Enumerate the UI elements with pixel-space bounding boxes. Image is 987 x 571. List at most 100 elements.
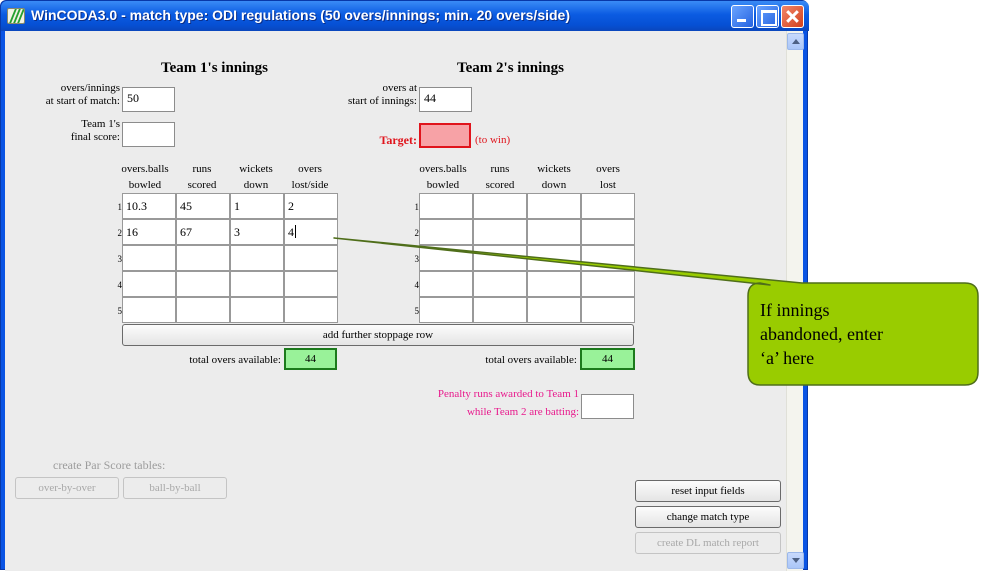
team2-col-header-overs-line1: overs.balls [419, 163, 467, 175]
team1-total-overs-value: 44 [284, 348, 337, 370]
team1-row-number: 1 [117, 202, 123, 212]
team2-cell-overs-lost[interactable] [581, 219, 635, 245]
app-window: WinCODA3.0 - match type: ODI regulations… [0, 0, 809, 571]
team2-cell-overs-lost[interactable] [581, 297, 635, 323]
callout-text: If innings abandoned, enter ‘a’ here [760, 298, 960, 370]
team2-cell-overs-bowled[interactable] [419, 193, 473, 219]
team2-row-number: 1 [414, 202, 420, 212]
team2-cell-wickets-down[interactable] [527, 271, 581, 297]
team1-cell-wickets-down[interactable]: 3 [230, 219, 284, 245]
team2-col-header-overs-line2: bowled [426, 179, 460, 191]
team2-cell-overs-lost[interactable] [581, 193, 635, 219]
team1-col-header-overs-line2: bowled [128, 179, 162, 191]
team2-cell-runs-scored[interactable] [473, 193, 527, 219]
penalty-label-line1: Penalty runs awarded to Team 1 [437, 388, 579, 400]
team1-cell-runs-scored[interactable]: 67 [176, 219, 230, 245]
team1-heading: Team 1's innings [161, 60, 268, 76]
window-title: WinCODA3.0 - match type: ODI regulations… [31, 7, 570, 23]
team1-cell-wickets-down[interactable] [230, 271, 284, 297]
scroll-up-arrow-icon[interactable] [787, 33, 804, 50]
reset-input-fields-button[interactable]: reset input fields [635, 480, 781, 502]
team1-overs-label-line2: at start of match: [45, 95, 120, 107]
team2-col-header-runs-line1: runs [490, 163, 510, 175]
maximize-button[interactable] [756, 5, 779, 28]
team1-row-number: 3 [117, 254, 123, 264]
create-dl-match-report-button[interactable]: create DL match report [635, 532, 781, 554]
team1-cell-wickets-down[interactable]: 1 [230, 193, 284, 219]
team1-cell-overs-bowled[interactable] [122, 271, 176, 297]
team1-cell-runs-scored[interactable] [176, 297, 230, 323]
team1-overs-label-line1: overs/innings [60, 82, 120, 94]
team2-cell-wickets-down[interactable] [527, 193, 581, 219]
team2-row-number: 3 [414, 254, 420, 264]
team1-row-number: 5 [117, 306, 123, 316]
team1-cell-overs-bowled[interactable] [122, 245, 176, 271]
scroll-down-arrow-icon[interactable] [787, 552, 804, 569]
title-bar[interactable]: WinCODA3.0 - match type: ODI regulations… [1, 1, 809, 31]
team1-final-score-label-line1: Team 1's [81, 118, 120, 130]
change-match-type-button[interactable]: change match type [635, 506, 781, 528]
team2-overs-label-line2: start of innings: [347, 95, 417, 107]
team1-cell-overs-bowled[interactable]: 16 [122, 219, 176, 245]
team2-cell-wickets-down[interactable] [527, 219, 581, 245]
team1-cell-overs-lost[interactable]: 2 [284, 193, 338, 219]
team2-cell-overs-bowled[interactable] [419, 219, 473, 245]
team1-cell-overs-bowled[interactable] [122, 297, 176, 323]
team2-col-header-runs-line2: scored [485, 179, 515, 191]
team2-cell-overs-bowled[interactable] [419, 271, 473, 297]
team1-final-score-input[interactable] [122, 122, 175, 147]
team1-cell-wickets-down[interactable] [230, 297, 284, 323]
ball-by-ball-button[interactable]: ball-by-ball [123, 477, 227, 499]
team2-cell-wickets-down[interactable] [527, 297, 581, 323]
team2-cell-runs-scored[interactable] [473, 271, 527, 297]
par-score-label: create Par Score tables: [53, 458, 166, 472]
team1-overs-at-start-input[interactable]: 50 [122, 87, 175, 112]
team1-col-header-runs-line1: runs [192, 163, 212, 175]
team1-cell-runs-scored[interactable] [176, 245, 230, 271]
target-field [419, 123, 471, 148]
team1-cell-overs-lost-value: 4 [288, 225, 294, 239]
team1-cell-overs-lost[interactable] [284, 271, 338, 297]
team2-col-header-overs-lost-line1: overs [596, 163, 620, 175]
team1-col-header-overs-lost-line1: overs [298, 163, 322, 175]
team2-total-overs-label: total overs available: [485, 354, 577, 366]
team1-col-header-runs-line2: scored [187, 179, 217, 191]
add-stoppage-row-button[interactable]: add further stoppage row [122, 324, 634, 346]
team1-final-score-label-line2: final score: [70, 131, 120, 143]
team2-cell-wickets-down[interactable] [527, 245, 581, 271]
team2-cell-overs-bowled[interactable] [419, 297, 473, 323]
penalty-runs-input[interactable] [581, 394, 634, 419]
team2-cell-overs-lost[interactable] [581, 245, 635, 271]
team1-cell-wickets-down[interactable] [230, 245, 284, 271]
team1-col-header-wickets-line1: wickets [239, 163, 273, 175]
team1-cell-overs-lost[interactable] [284, 297, 338, 323]
team2-cell-runs-scored[interactable] [473, 297, 527, 323]
team1-cell-runs-scored[interactable]: 45 [176, 193, 230, 219]
target-label: Target: [379, 133, 417, 147]
team2-total-overs-value: 44 [580, 348, 635, 370]
team2-overs-at-start-input[interactable]: 44 [419, 87, 472, 112]
team2-cell-runs-scored[interactable] [473, 219, 527, 245]
team1-col-header-overs-lost-line2: lost/side [291, 179, 329, 191]
over-by-over-button[interactable]: over-by-over [15, 477, 119, 499]
minimize-button[interactable] [731, 5, 754, 28]
callout-line: abandoned, enter [760, 324, 883, 344]
team2-cell-overs-bowled[interactable] [419, 245, 473, 271]
team1-cell-runs-scored[interactable] [176, 271, 230, 297]
team2-cell-runs-scored[interactable] [473, 245, 527, 271]
team1-row-number: 4 [117, 280, 123, 290]
team1-row-number: 2 [117, 228, 123, 238]
text-caret [295, 225, 296, 238]
team1-col-header-overs-line1: overs.balls [121, 163, 169, 175]
team2-col-header-wickets-line1: wickets [537, 163, 571, 175]
team1-cell-overs-bowled[interactable]: 10.3 [122, 193, 176, 219]
team1-cell-overs-lost-focused[interactable]: 4 [284, 219, 338, 245]
team1-cell-overs-lost[interactable] [284, 245, 338, 271]
team2-row-number: 5 [414, 306, 420, 316]
team2-cell-overs-lost[interactable] [581, 271, 635, 297]
close-button[interactable] [781, 5, 804, 28]
window-client-area: Team 1's innings overs/innings at start … [5, 31, 804, 571]
team1-col-header-wickets-line2: down [243, 179, 269, 191]
callout-line: ‘a’ here [760, 348, 815, 368]
team2-col-header-overs-lost-line2: lost [600, 179, 616, 191]
